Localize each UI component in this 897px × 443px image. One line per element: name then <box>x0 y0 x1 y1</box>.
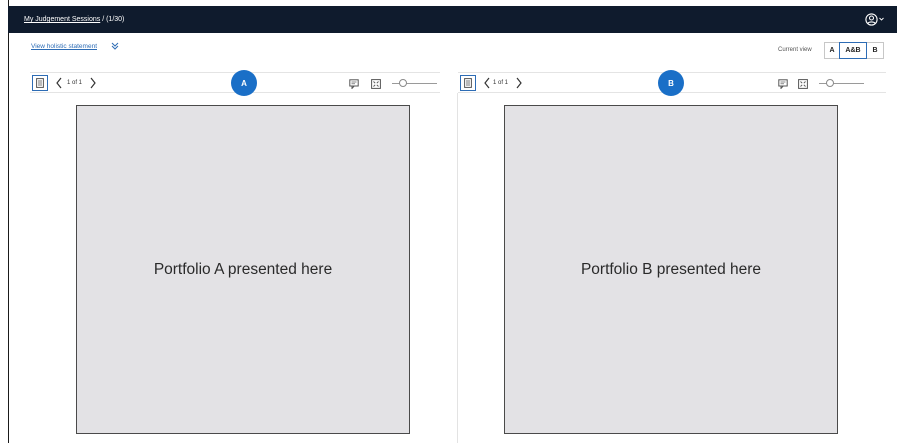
portfolio-b-placeholder-text: Portfolio B presented here <box>580 260 762 278</box>
comment-icon[interactable] <box>778 79 788 89</box>
zoom-slider-thumb[interactable] <box>399 79 407 87</box>
portfolio-b-badge: B <box>658 70 684 96</box>
page-thumbnails-button[interactable] <box>32 75 48 91</box>
chevron-right-icon[interactable] <box>515 77 523 89</box>
breadcrumb-sessions-link[interactable]: My Judgement Sessions <box>24 16 100 23</box>
document-icon <box>36 78 44 88</box>
view-ab-button[interactable]: A&B <box>839 42 867 59</box>
portfolio-a-badge: A <box>231 70 257 96</box>
chevron-left-icon[interactable] <box>55 77 63 89</box>
user-circle-icon <box>864 12 878 26</box>
page-counter: 1 of 1 <box>67 80 83 86</box>
panel-divider <box>457 93 458 443</box>
top-bar <box>8 6 897 33</box>
zoom-slider-thumb[interactable] <box>826 79 834 87</box>
current-view-label: Current view <box>778 47 812 53</box>
chevron-down-icon <box>878 17 884 21</box>
document-icon <box>464 78 472 88</box>
view-a-button[interactable]: A <box>824 42 839 59</box>
view-b-button[interactable]: B <box>867 42 884 59</box>
fullscreen-icon[interactable] <box>798 79 808 89</box>
portfolio-a-viewer[interactable]: Portfolio A presented here <box>76 105 410 434</box>
window-left-edge <box>8 0 9 443</box>
breadcrumb: My Judgement Sessions / (1/30) <box>24 16 124 23</box>
chevron-right-icon[interactable] <box>89 77 97 89</box>
page-counter: 1 of 1 <box>493 80 509 86</box>
view-holistic-statement-link[interactable]: View holistic statement <box>31 43 97 50</box>
breadcrumb-position: / (1/30) <box>100 16 125 23</box>
portfolio-b-viewer[interactable]: Portfolio B presented here <box>504 105 838 434</box>
user-menu-button[interactable] <box>864 11 884 27</box>
fullscreen-icon[interactable] <box>371 79 381 89</box>
app-frame: My Judgement Sessions / (1/30) View holi… <box>0 0 897 443</box>
page-thumbnails-button[interactable] <box>460 75 476 91</box>
double-chevron-down-icon[interactable] <box>110 41 120 51</box>
comment-icon[interactable] <box>349 79 359 89</box>
chevron-left-icon[interactable] <box>483 77 491 89</box>
portfolio-a-placeholder-text: Portfolio A presented here <box>153 260 333 278</box>
